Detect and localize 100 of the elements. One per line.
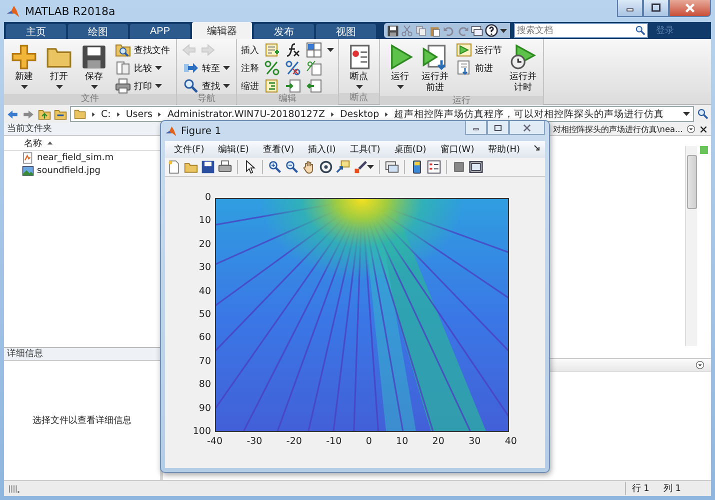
data-cursor-tool[interactable] (336, 160, 350, 174)
toolstrip-button[interactable]: 打印 (113, 78, 172, 94)
ribbon-tab[interactable]: 主页 (6, 24, 66, 39)
path-segment[interactable]: Desktop (340, 108, 380, 120)
close-icon (684, 2, 696, 14)
search-field[interactable]: 搜索文档 (514, 23, 648, 38)
forward-arrow-icon (22, 108, 35, 120)
toolstrip-button[interactable]: 保存 (78, 42, 110, 91)
colorbar-tool[interactable] (410, 160, 424, 174)
path-segment[interactable]: C: (101, 108, 111, 120)
open-tool[interactable] (184, 160, 198, 174)
grid-icon (306, 42, 322, 58)
menu-item[interactable]: 插入(I) (301, 143, 343, 156)
maximize-icon (493, 122, 503, 132)
y-tick-label: 10 (198, 215, 211, 228)
section-title: 文件 (4, 94, 176, 105)
caret-icon (683, 112, 690, 116)
separator-triangle-icon (383, 110, 390, 118)
close-icon (698, 124, 708, 134)
caret-icon (223, 66, 230, 70)
menu-item[interactable]: 窗口(W) (433, 143, 482, 156)
path-field[interactable]: C: Users Administrator.WIN7U-20180127Z Desktop 超声相控阵声场仿真程序，可以对相控阵探头的声场进行仿真 (70, 106, 694, 122)
vertical-scrollbar[interactable] (685, 146, 697, 346)
toolstrip-button[interactable]: 前进 (454, 60, 504, 76)
menu-item[interactable]: 编辑(E) (211, 143, 256, 156)
hand-tool[interactable] (302, 160, 316, 174)
toolstrip-button[interactable]: 查找文件 (113, 42, 172, 58)
section-title: 导航 (177, 94, 236, 105)
clipboard-icon (429, 24, 441, 36)
maximize-button[interactable] (487, 121, 509, 135)
toolstrip-button[interactable]: 新建 (8, 42, 40, 91)
menu-item[interactable]: 帮助(H) (481, 143, 527, 156)
caret-icon (500, 28, 507, 32)
grip-icon (8, 482, 20, 494)
toolstrip-button[interactable]: 运行并计时 (507, 42, 539, 96)
toolstrip-button[interactable]: 运行节 (454, 42, 504, 58)
close-button[interactable] (669, 0, 711, 17)
ribbon-tab[interactable]: 绘图 (68, 24, 128, 39)
caret-icon (155, 84, 162, 88)
ribbon-tab[interactable]: 编辑器 (192, 22, 252, 39)
panel-title: 详细信息 (4, 348, 160, 361)
zoom-out-tool[interactable] (285, 160, 299, 174)
section-title: 断点 (339, 93, 379, 104)
menu-item[interactable]: 查看(V) (256, 143, 302, 156)
minimize-button[interactable] (465, 121, 487, 135)
path-segment[interactable]: Administrator.WIN7U-20180127Z (167, 108, 325, 120)
toolstrip-button[interactable]: 运行 (384, 42, 416, 91)
circle-caret-icon (686, 124, 696, 134)
editor-tab[interactable]: 对相控阵探头的声场进行仿真\nea... (553, 124, 683, 134)
menu-item[interactable]: 文件(F) (167, 143, 212, 156)
toolstrip-button[interactable]: 查找 (181, 78, 232, 94)
ribbon-tab[interactable]: 视图 (316, 24, 376, 39)
plus-icon (11, 44, 37, 70)
brush-tool[interactable] (353, 160, 374, 174)
toolstrip-button[interactable]: 比较 (113, 60, 172, 76)
path-segment[interactable]: 超声相控阵声场仿真程序，可以对相控阵探头的声场进行仿真 (394, 108, 664, 120)
x-tick-label: -30 (246, 436, 262, 448)
panel-tool[interactable] (469, 160, 483, 174)
x-tick-label: 0 (366, 436, 372, 448)
caret-icon (223, 84, 230, 88)
play-clock-icon (510, 44, 536, 70)
ribbon-tab[interactable]: 发布 (254, 24, 314, 39)
menu-item[interactable]: 工具(T) (342, 143, 388, 156)
row-label: 注释 (241, 62, 259, 74)
square-tool[interactable] (452, 160, 466, 174)
caret-icon (20, 84, 28, 89)
x-tick-label: -10 (326, 436, 342, 448)
toolstrip-button[interactable]: 断点 (343, 42, 375, 91)
menu-item[interactable]: 桌面(D) (387, 143, 434, 156)
separator-triangle-icon (156, 110, 164, 118)
y-tick-label: 60 (198, 332, 211, 344)
undo-icon (443, 24, 455, 36)
file-item[interactable]: soundfield.jpg (4, 164, 160, 177)
column-indicator: 列 1 (663, 482, 681, 495)
print-tool[interactable] (218, 160, 232, 174)
zoom-in-tool[interactable] (268, 160, 282, 174)
ribbon-tab[interactable]: APP (130, 24, 190, 39)
toolstrip-button[interactable]: 转至 (181, 60, 232, 76)
file-item[interactable]: near_field_sim.m (4, 151, 160, 164)
pointer-tool[interactable] (243, 160, 257, 174)
legend-tool[interactable] (427, 160, 441, 174)
close-button[interactable] (509, 121, 545, 135)
minimize-button[interactable] (617, 0, 643, 17)
insert-document-icon (264, 42, 280, 58)
x-tick-label: -40 (207, 436, 223, 448)
toolstrip-button[interactable]: 打开 (43, 42, 75, 91)
new-tool[interactable] (167, 160, 181, 174)
x-tick-label: -20 (286, 436, 302, 448)
percent-icon (264, 60, 280, 76)
toolstrip-button[interactable]: 运行并前进 (419, 42, 451, 96)
column-header[interactable]: 名称 (24, 136, 42, 150)
maximize-button[interactable] (643, 0, 669, 17)
indent-document-icon (264, 78, 280, 94)
indent-arrow-icon (285, 78, 301, 94)
panel-title: 当前文件夹 (4, 123, 160, 136)
search-icon (183, 78, 199, 94)
x-tick-label: 10 (396, 436, 408, 448)
separator-triangle-icon (328, 110, 336, 118)
path-segment[interactable]: Users (126, 108, 152, 120)
save-tool[interactable] (201, 160, 215, 174)
